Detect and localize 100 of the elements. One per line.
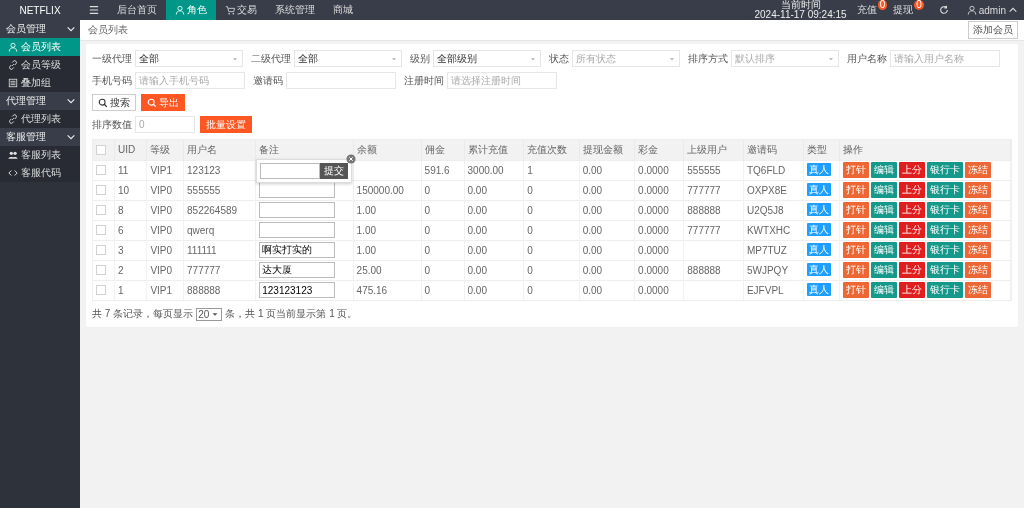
action-button[interactable]: 冻结 — [965, 262, 992, 278]
nav-tab[interactable]: 后台首页 — [108, 0, 166, 20]
table-cell: qwerq — [187, 224, 215, 236]
select-field[interactable]: 全部 — [294, 50, 402, 67]
action-button[interactable]: 编辑 — [871, 182, 898, 198]
action-button[interactable]: 银行卡 — [927, 262, 964, 278]
action-button[interactable]: 打针 — [843, 262, 870, 278]
page-size-select[interactable]: 20 — [196, 307, 223, 321]
column-header: 佣金 — [421, 140, 464, 160]
field-label: 级别 — [410, 51, 430, 66]
refresh-icon — [938, 5, 949, 15]
table-cell: 1.00 — [356, 204, 377, 216]
code-icon — [8, 168, 18, 178]
user-menu[interactable]: admin — [957, 0, 1024, 20]
table-cell: 3 — [117, 244, 124, 256]
action-button[interactable]: 上分 — [899, 262, 926, 278]
action-button[interactable]: 冻结 — [965, 282, 992, 299]
action-button[interactable]: 编辑 — [871, 162, 898, 178]
action-button[interactable]: 编辑 — [871, 242, 898, 258]
checkbox[interactable] — [96, 144, 106, 155]
remark-field[interactable]: 达大厦 — [259, 262, 336, 278]
action-button[interactable]: 编辑 — [871, 262, 898, 278]
action-button[interactable]: 打针 — [843, 282, 870, 299]
nav-tab[interactable]: 商城 — [324, 0, 362, 20]
submit-button[interactable]: 提交 — [320, 162, 349, 179]
sidebar-group[interactable]: 会员管理 — [0, 20, 80, 38]
checkbox[interactable] — [96, 205, 106, 215]
table-cell: VIP1 — [150, 284, 173, 296]
remark-field[interactable] — [259, 202, 336, 218]
action-button[interactable]: 打针 — [843, 222, 870, 238]
action-button[interactable]: 上分 — [899, 282, 926, 299]
checkbox[interactable] — [96, 185, 106, 195]
remark-field[interactable] — [259, 222, 336, 238]
sidebar-item[interactable]: 会员等级 — [0, 56, 80, 74]
field-label: 排序方式 — [688, 51, 728, 66]
checkbox[interactable] — [96, 265, 106, 275]
action-button[interactable]: 编辑 — [871, 282, 898, 299]
alert-link[interactable]: 充值 — [856, 0, 877, 20]
action-button[interactable]: 银行卡 — [927, 162, 964, 178]
action-button[interactable]: 打针 — [843, 162, 870, 178]
action-button[interactable]: 银行卡 — [927, 182, 964, 198]
select-field[interactable]: 全部级别 — [433, 50, 541, 67]
table-cell: 777777 — [687, 184, 721, 196]
nav-tab[interactable]: 交易 — [216, 0, 266, 20]
table-cell: 0.0000 — [638, 244, 669, 256]
action-button[interactable]: 银行卡 — [927, 222, 964, 238]
sidebar-item[interactable]: 叠加组 — [0, 74, 80, 92]
table-cell: 0 — [424, 224, 431, 236]
action-button[interactable]: 上分 — [899, 202, 926, 218]
action-button[interactable]: 银行卡 — [927, 242, 964, 258]
sidebar-item[interactable]: 客服代码 — [0, 164, 80, 182]
select-field[interactable]: 全部 — [135, 50, 243, 67]
table-cell: 0.00 — [467, 204, 487, 216]
action-button[interactable]: 银行卡 — [927, 282, 964, 299]
input-field[interactable] — [260, 162, 321, 179]
select-field[interactable]: 所有状态 — [572, 50, 680, 67]
action-button[interactable]: 冻结 — [965, 242, 992, 258]
sidebar-item[interactable]: 客服列表 — [0, 146, 80, 164]
action-button[interactable]: 冻结 — [965, 162, 992, 178]
alert-link[interactable]: 提现 — [893, 0, 914, 20]
action-button[interactable]: 上分 — [899, 222, 926, 238]
action-button[interactable]: 银行卡 — [927, 202, 964, 218]
action-button[interactable]: 上分 — [899, 242, 926, 258]
close-icon[interactable] — [346, 153, 357, 164]
breadcrumb[interactable]: 会员列表 — [88, 23, 128, 37]
type-tag: 真人 — [806, 183, 831, 196]
checkbox[interactable] — [96, 285, 106, 296]
sidebar-item[interactable]: 会员列表 — [0, 38, 80, 56]
action-button[interactable]: 上分 — [899, 182, 926, 198]
search-button[interactable]: 搜索 — [92, 94, 136, 111]
action-button[interactable]: 打针 — [843, 182, 870, 198]
checkbox[interactable] — [96, 225, 106, 235]
nav-tab[interactable]: 系统管理 — [266, 0, 324, 20]
checkbox[interactable] — [96, 165, 106, 175]
batch-set-button[interactable]: 批量设置 — [200, 116, 252, 133]
table-cell: 150000.00 — [356, 184, 404, 196]
remark-field[interactable]: 啊实打实的 — [259, 242, 336, 258]
sidebar-item[interactable]: 代理列表 — [0, 110, 80, 128]
export-button[interactable]: 导出 — [141, 94, 185, 111]
action-button[interactable]: 打针 — [843, 202, 870, 218]
action-button[interactable]: 上分 — [899, 162, 926, 178]
table-cell: 0.00 — [582, 184, 603, 196]
remark-field[interactable]: 123123123 — [259, 282, 336, 299]
sidebar-group[interactable]: 客服管理 — [0, 128, 80, 146]
nav-tab[interactable]: 角色 — [166, 0, 216, 20]
table-cell: 0.0000 — [638, 284, 669, 296]
action-button[interactable]: 冻结 — [965, 182, 992, 198]
checkbox[interactable] — [96, 245, 106, 255]
action-button[interactable]: 编辑 — [871, 222, 898, 238]
time-text: 2024-11-17 09:24:15 — [754, 10, 847, 20]
action-button[interactable]: 冻结 — [965, 202, 992, 218]
field-label: 用户名称 — [847, 51, 887, 66]
action-button[interactable]: 编辑 — [871, 202, 898, 218]
table-cell: 475.16 — [356, 284, 388, 296]
pager-text: 共 7 条记录，每页显示 — [92, 307, 194, 321]
add-member-button[interactable]: 添加会员 — [968, 21, 1018, 39]
sidebar-group[interactable]: 代理管理 — [0, 92, 80, 110]
action-button[interactable]: 打针 — [843, 242, 870, 258]
select-field[interactable]: 默认排序 — [731, 50, 839, 67]
action-button[interactable]: 冻结 — [965, 222, 992, 238]
